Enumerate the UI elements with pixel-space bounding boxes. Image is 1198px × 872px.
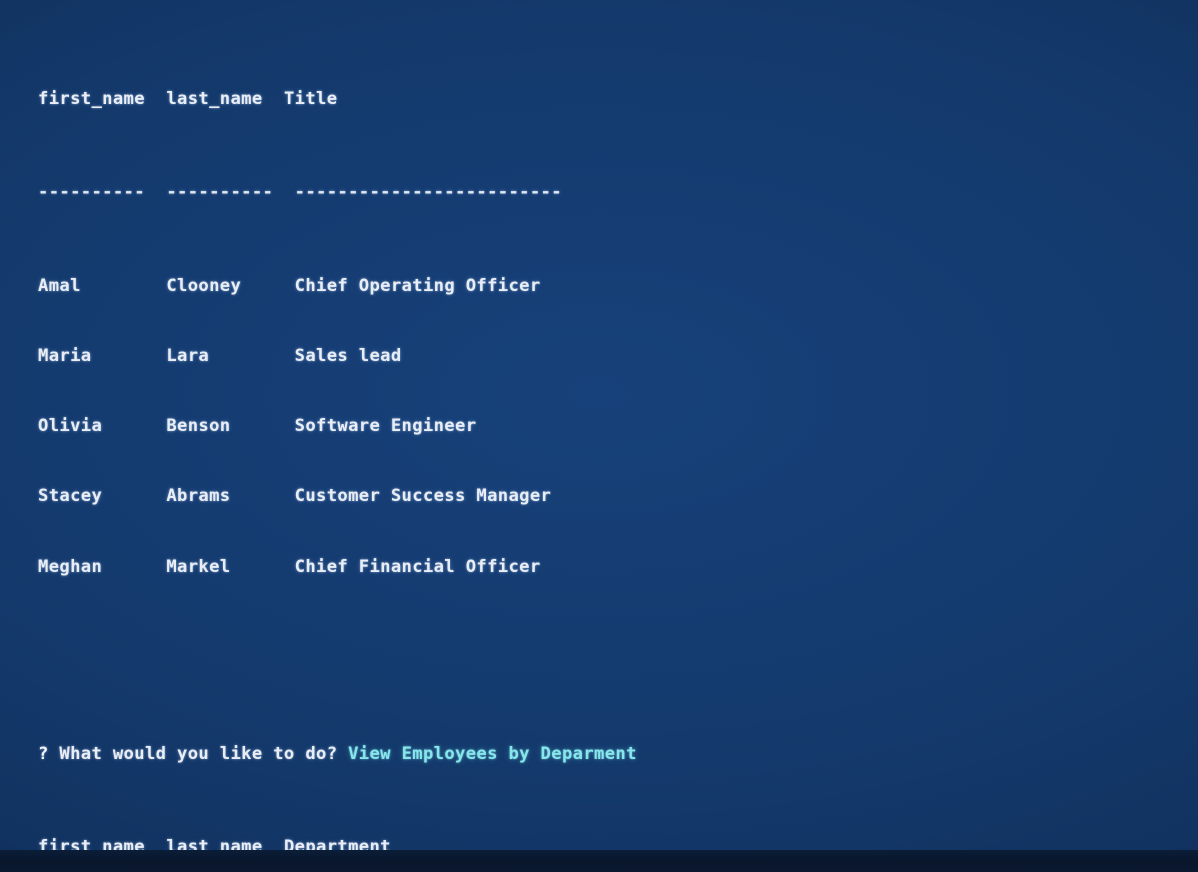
pad	[102, 486, 166, 506]
cell-title: Customer Success Manager	[294, 486, 552, 507]
prompt-answer-text: View Employees by Deparment	[348, 743, 637, 764]
table-roles-header-first-name: first_name	[38, 88, 145, 109]
table-row: Meghan Markel Chief Financial Officer	[38, 556, 1198, 579]
table-row: Olivia Benson Software Engineer	[38, 415, 1198, 438]
table-row: Amal Clooney Chief Operating Officer	[38, 275, 1198, 298]
cell-last-name: Markel	[166, 556, 231, 577]
pad	[241, 276, 294, 296]
separator-last-name: ----------	[166, 182, 274, 203]
cell-last-name: Clooney	[166, 275, 242, 296]
separator-first-name: ----------	[38, 182, 145, 203]
cell-title: Sales lead	[294, 346, 402, 367]
cell-first-name: Amal	[38, 275, 81, 296]
terminal-bottom-bar	[0, 850, 1198, 872]
pad	[230, 416, 294, 436]
cell-first-name: Maria	[38, 346, 92, 367]
cell-first-name: Meghan	[38, 556, 103, 577]
pad	[209, 346, 295, 366]
terminal-window: first_name last_name Title ---------- --…	[0, 0, 1198, 872]
table-row: Maria Lara Sales lead	[38, 345, 1198, 368]
cell-first-name: Olivia	[38, 416, 103, 437]
pad	[102, 416, 166, 436]
table-roles-separator-row: ---------- ---------- ------------------…	[38, 181, 1198, 204]
cell-first-name: Stacey	[38, 486, 103, 507]
cell-last-name: Abrams	[166, 486, 231, 507]
prompt-question-mark-icon: ?	[38, 743, 49, 764]
pad	[230, 557, 294, 577]
terminal-output: first_name last_name Title ---------- --…	[38, 0, 1198, 872]
pad	[91, 346, 166, 366]
pad	[102, 557, 166, 577]
cell-title: Chief Operating Officer	[294, 275, 541, 296]
table-roles-header-row: first_name last_name Title	[38, 88, 1198, 111]
cell-title: Chief Financial Officer	[294, 556, 541, 577]
cell-last-name: Benson	[166, 416, 231, 437]
pad	[81, 276, 167, 296]
prompt-question-text: What would you like to do?	[59, 743, 338, 764]
prompt-view-by-department: ? What would you like to do? View Employ…	[38, 743, 1198, 766]
cell-last-name: Lara	[166, 346, 210, 367]
pad	[230, 486, 294, 506]
table-roles-header-last-name: last_name	[166, 88, 263, 109]
cell-title: Software Engineer	[294, 416, 477, 437]
table-row: Stacey Abrams Customer Success Manager	[38, 485, 1198, 508]
separator-title: -------------------------	[294, 182, 562, 203]
table-roles-header-title: Title	[283, 88, 338, 109]
